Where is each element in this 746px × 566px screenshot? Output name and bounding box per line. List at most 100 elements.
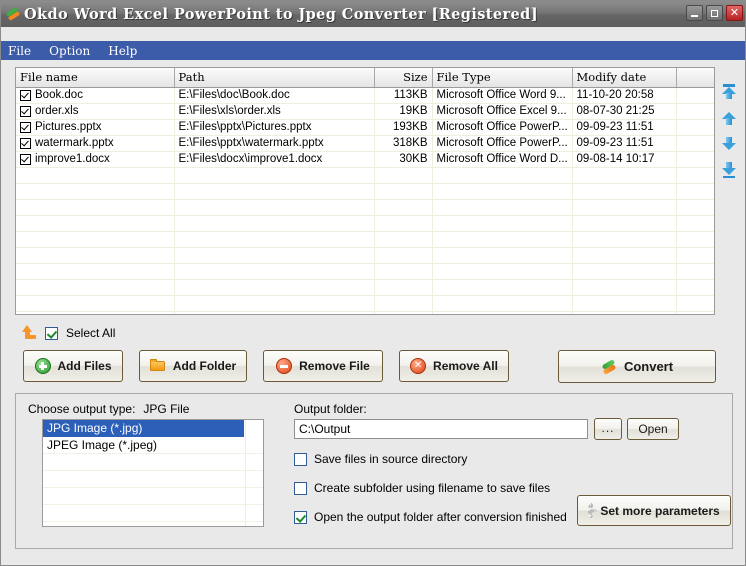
row-checkbox[interactable] (20, 105, 31, 117)
listbox-empty-row (43, 488, 263, 505)
menu-item-option[interactable]: Option (49, 44, 90, 58)
convert-button[interactable]: Convert (558, 350, 716, 383)
cell-file-type: Microsoft Office PowerP... (432, 135, 573, 152)
table-row-empty (16, 231, 714, 248)
column-header-extra[interactable] (676, 68, 714, 88)
menu-bar: File Option Help (1, 41, 745, 60)
option-save-in-source-row: Save files in source directory (294, 452, 467, 466)
cell-extra (676, 119, 714, 136)
cell-file-name: Book.doc (16, 87, 175, 104)
cell-file-type: Microsoft Office PowerP... (432, 119, 573, 136)
row-checkbox[interactable] (20, 89, 31, 101)
row-checkbox[interactable] (20, 121, 31, 133)
output-settings-panel: Choose output type: JPG File JPG Image (*… (15, 393, 733, 549)
convert-label: Convert (623, 359, 674, 374)
reorder-toolbar (718, 83, 740, 179)
column-header-file-type[interactable]: File Type (432, 68, 573, 88)
import-arrow-icon (19, 325, 37, 341)
remove-file-button[interactable]: Remove File (263, 350, 383, 382)
column-header-file-name[interactable]: File name (16, 68, 175, 88)
cell-modify-date: 09-09-23 11:51 (572, 135, 677, 152)
remove-file-label: Remove File (299, 359, 370, 373)
listbox-empty-row (43, 471, 263, 488)
menu-item-file[interactable]: File (8, 44, 31, 58)
table-row-empty (16, 279, 714, 296)
menu-item-help[interactable]: Help (108, 44, 137, 58)
listbox-empty-row (43, 522, 263, 526)
row-checkbox[interactable] (20, 137, 31, 149)
cell-modify-date: 09-09-23 11:51 (572, 119, 677, 136)
cell-path: E:\Files\docx\improve1.docx (174, 151, 375, 168)
app-logo-icon (5, 6, 21, 22)
output-type-listbox[interactable]: JPG Image (*.jpg) JPEG Image (*.jpeg) (42, 419, 264, 527)
option-create-subfolder-row: Create subfolder using filename to save … (294, 481, 550, 495)
save-in-source-label: Save files in source directory (314, 452, 468, 466)
remove-all-label: Remove All (433, 359, 498, 373)
maximize-button[interactable] (706, 5, 723, 21)
close-button[interactable]: ✕ (726, 5, 743, 21)
save-in-source-checkbox[interactable] (294, 452, 307, 466)
convert-icon (601, 358, 617, 375)
table-row-empty (16, 263, 714, 280)
row-checkbox[interactable] (20, 153, 31, 165)
output-type-label: Choose output type: (28, 402, 136, 416)
cell-file-name: watermark.pptx (16, 135, 175, 152)
browse-folder-button[interactable]: ... (594, 418, 622, 440)
file-name-text: Pictures.pptx (35, 121, 102, 133)
table-row[interactable]: order.xls E:\Files\xls\order.xls 19KB Mi… (16, 103, 714, 120)
option-open-folder-row: Open the output folder after conversion … (294, 510, 567, 524)
cell-extra (676, 103, 714, 120)
cell-path: E:\Files\doc\Book.doc (174, 87, 375, 104)
output-folder-input[interactable] (294, 419, 588, 439)
move-down-icon[interactable] (720, 135, 738, 153)
cell-path: E:\Files\xls\order.xls (174, 103, 375, 120)
move-up-icon[interactable] (720, 109, 738, 127)
table-row[interactable]: Pictures.pptx E:\Files\pptx\Pictures.ppt… (16, 119, 714, 136)
move-to-top-icon[interactable] (720, 83, 738, 101)
open-folder-after-checkbox[interactable] (294, 510, 307, 524)
output-type-value: JPG File (143, 402, 190, 416)
set-more-parameters-button[interactable]: Set more parameters (577, 495, 731, 526)
add-folder-label: Add Folder (172, 359, 237, 373)
table-row-empty (16, 199, 714, 216)
cell-file-name: order.xls (16, 103, 175, 120)
create-subfolder-label: Create subfolder using filename to save … (314, 481, 551, 495)
column-header-size[interactable]: Size (374, 68, 433, 88)
cell-size: 30KB (374, 151, 433, 168)
open-folder-button[interactable]: Open (627, 418, 679, 440)
cell-file-name: Pictures.pptx (16, 119, 175, 136)
remove-all-button[interactable]: ✕ Remove All (399, 350, 509, 382)
create-subfolder-checkbox[interactable] (294, 481, 307, 495)
select-all-row: Select All (19, 325, 115, 341)
listbox-empty-row (43, 505, 263, 522)
column-header-modify-date[interactable]: Modify date (572, 68, 677, 88)
cell-modify-date: 11-10-20 20:58 (572, 87, 677, 104)
table-row-empty (16, 183, 714, 200)
table-row-empty (16, 311, 714, 314)
move-to-bottom-icon[interactable] (720, 161, 738, 179)
table-row[interactable]: watermark.pptx E:\Files\pptx\watermark.p… (16, 135, 714, 152)
cell-modify-date: 09-08-14 10:17 (572, 151, 677, 168)
cell-path: E:\Files\pptx\Pictures.pptx (174, 119, 375, 136)
table-row[interactable]: improve1.docx E:\Files\docx\improve1.doc… (16, 151, 714, 168)
cell-file-name: improve1.docx (16, 151, 175, 168)
table-row[interactable]: Book.doc E:\Files\doc\Book.doc 113KB Mic… (16, 87, 714, 104)
file-list[interactable]: File name Path Size File Type Modify dat… (15, 67, 715, 315)
gear-icon (588, 503, 598, 518)
select-all-checkbox[interactable] (45, 326, 58, 340)
cell-size: 193KB (374, 119, 433, 136)
file-list-table: File name Path Size File Type Modify dat… (16, 68, 714, 314)
table-row-empty (16, 247, 714, 264)
application-window: Okdo Word Excel PowerPoint to Jpeg Conve… (0, 0, 746, 566)
title-bar: Okdo Word Excel PowerPoint to Jpeg Conve… (1, 1, 745, 27)
add-folder-button[interactable]: Add Folder (139, 350, 247, 382)
output-type-label-row: Choose output type: JPG File (28, 402, 189, 416)
output-type-option-jpg[interactable]: JPG Image (*.jpg) (43, 420, 244, 437)
output-type-option-jpeg[interactable]: JPEG Image (*.jpeg) (43, 437, 263, 454)
add-files-button[interactable]: Add Files (23, 350, 123, 382)
file-list-header-row: File name Path Size File Type Modify dat… (16, 68, 714, 88)
cell-size: 113KB (374, 87, 433, 104)
column-header-path[interactable]: Path (174, 68, 375, 88)
minimize-button[interactable] (686, 5, 703, 21)
cell-file-type: Microsoft Office Excel 9... (432, 103, 573, 120)
